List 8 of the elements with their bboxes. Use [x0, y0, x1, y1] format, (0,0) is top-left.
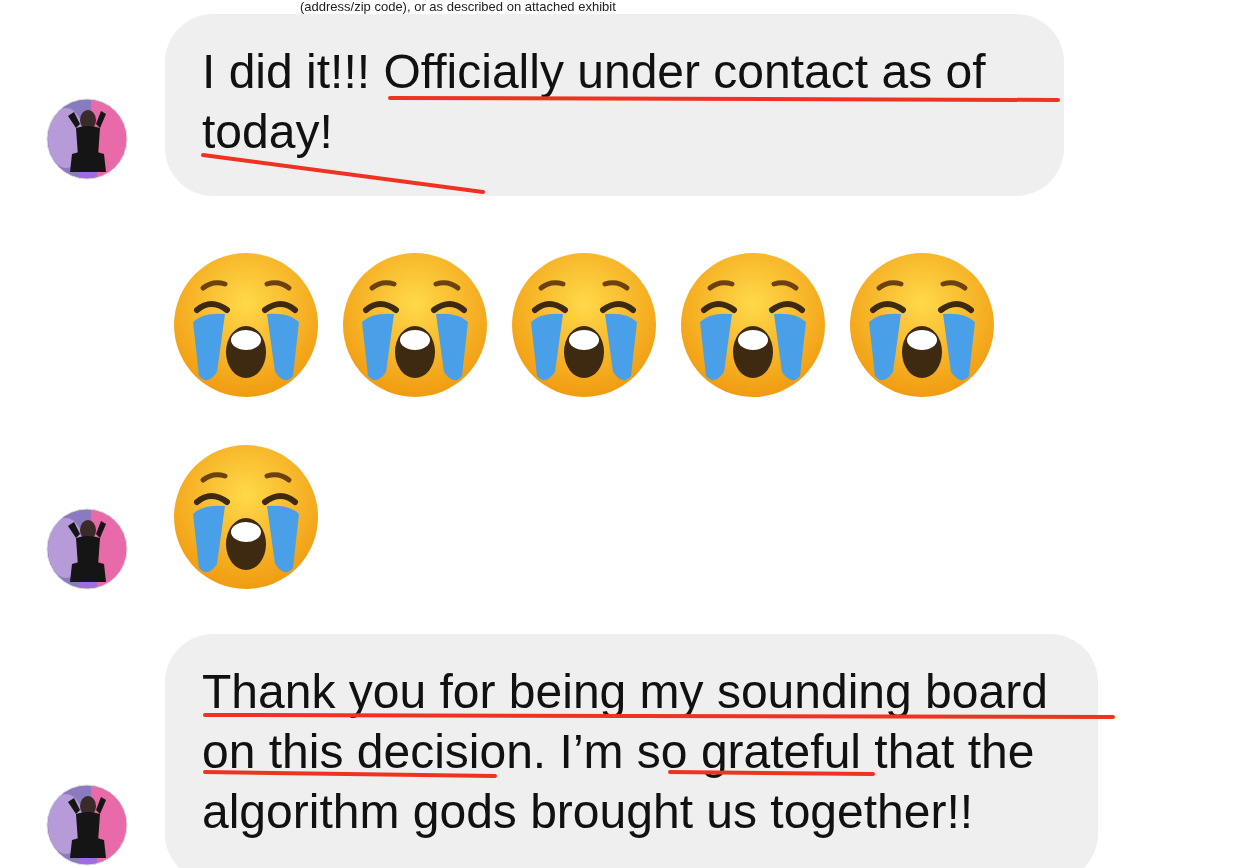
crying-face-icon	[342, 252, 488, 398]
crying-face-icon	[173, 444, 319, 590]
message-bubble: I did it!!! Officially under contact as of today!	[165, 14, 1064, 196]
document-text: (address/zip code), or as described on attached exhibit	[300, 0, 616, 14]
crying-face-icon	[680, 252, 826, 398]
crying-face-icon	[849, 252, 995, 398]
crying-face-icon	[173, 252, 319, 398]
crying-face-icon	[511, 252, 657, 398]
